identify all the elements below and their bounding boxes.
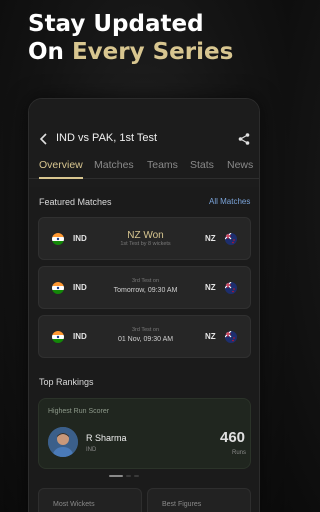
most-wickets-card[interactable]: Most Wickets: [38, 488, 142, 512]
team-right-name: NZ: [205, 332, 216, 341]
india-flag-icon: [52, 233, 64, 245]
player-avatar: [48, 427, 78, 457]
schedule-datetime: Tomorrow, 09:30 AM: [113, 287, 178, 294]
match-schedule: 3rd Test on Tomorrow, 09:30 AM: [99, 278, 192, 294]
tab-matches[interactable]: Matches: [94, 159, 134, 171]
tab-overview[interactable]: Overview: [39, 159, 83, 171]
all-matches-link[interactable]: All Matches: [209, 197, 250, 206]
india-flag-icon: [52, 331, 64, 343]
tab-news[interactable]: News: [227, 159, 253, 171]
app-header: IND vs PAK, 1st Test Overview Matches Te…: [29, 99, 259, 187]
mini-card-label: Most Wickets: [53, 501, 95, 508]
carousel-dot: [126, 475, 131, 477]
headline-prefix: On: [28, 39, 72, 65]
carousel-dot: [134, 475, 139, 477]
headline-line-1: Stay Updated: [28, 11, 204, 37]
active-tab-indicator: [39, 177, 83, 179]
match-card[interactable]: IND 3rd Test on Tomorrow, 09:30 AM NZ: [38, 266, 251, 309]
rank-card-label: Highest Run Scorer: [48, 408, 110, 415]
carousel-indicator: [109, 475, 179, 479]
match-card[interactable]: IND 3rd Test on 01 Nov, 09:30 AM NZ: [38, 315, 251, 358]
team-left-name: IND: [73, 283, 87, 292]
match-schedule: 3rd Test on 01 Nov, 09:30 AM: [99, 327, 192, 343]
result-detail: 1st Test by 8 wickets: [120, 241, 171, 247]
top-rankings-title: Top Rankings: [39, 377, 94, 387]
chevron-left-icon[interactable]: [37, 132, 51, 146]
highest-run-scorer-card[interactable]: Highest Run Scorer R Sharma IND 460 Runs: [38, 398, 251, 469]
runs-value: 460: [220, 429, 246, 446]
share-icon[interactable]: [237, 132, 251, 146]
player-team: IND: [86, 447, 97, 453]
match-title: IND vs PAK, 1st Test: [56, 132, 158, 144]
team-left-name: IND: [73, 234, 87, 243]
match-status: NZ Won 1st Test by 8 wickets: [99, 218, 192, 247]
team-right-name: NZ: [205, 283, 216, 292]
mini-card-label: Best Figures: [162, 501, 202, 508]
schedule-label: 3rd Test on: [131, 278, 160, 284]
new-zealand-flag-icon: [225, 233, 237, 245]
new-zealand-flag-icon: [225, 331, 237, 343]
player-name: R Sharma: [86, 433, 127, 443]
headline-line-2: On Every Series: [28, 38, 268, 66]
featured-matches-title: Featured Matches: [39, 197, 112, 207]
result-text: NZ Won: [127, 230, 164, 241]
india-flag-icon: [52, 282, 64, 294]
carousel-dot-active: [109, 475, 123, 477]
best-figures-card[interactable]: Best Figures: [147, 488, 251, 512]
schedule-datetime: 01 Nov, 09:30 AM: [117, 336, 174, 343]
team-left-name: IND: [73, 332, 87, 341]
match-card[interactable]: IND NZ Won 1st Test by 8 wickets NZ: [38, 217, 251, 260]
schedule-label: 3rd Test on: [131, 327, 160, 333]
promo-headline: Stay Updated On Every Series: [28, 10, 268, 66]
phone-frame: IND vs PAK, 1st Test Overview Matches Te…: [28, 98, 260, 512]
new-zealand-flag-icon: [225, 282, 237, 294]
runs-label: Runs: [232, 450, 247, 456]
tab-bar: Overview Matches Teams Stats News: [29, 157, 259, 179]
tab-stats[interactable]: Stats: [190, 159, 214, 171]
headline-accent: Every Series: [71, 39, 234, 65]
tab-teams[interactable]: Teams: [147, 159, 178, 171]
team-right-name: NZ: [205, 234, 216, 243]
